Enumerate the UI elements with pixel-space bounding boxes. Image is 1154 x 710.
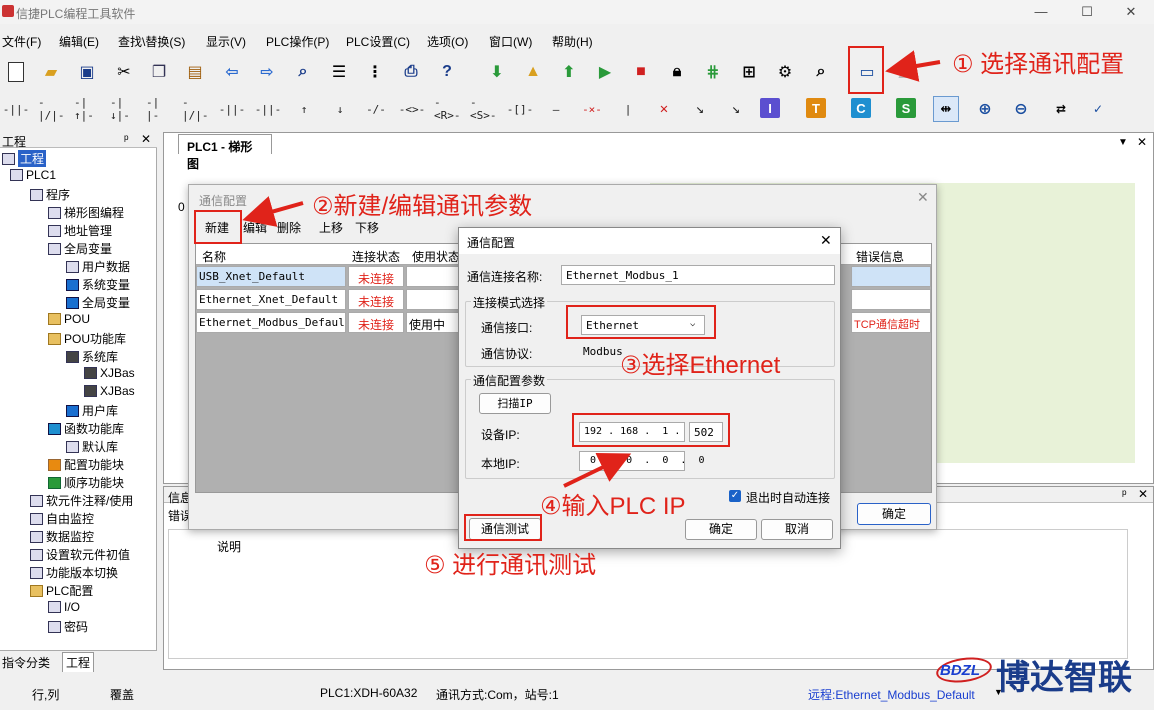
annotation-step-2: ②新建/编辑通讯参数	[312, 193, 533, 220]
annotation-arrows	[242, 50, 941, 488]
annotation-step-3: ③选择Ethernet	[620, 352, 781, 379]
annotation-step-4: ④输入PLC IP	[540, 493, 686, 520]
annotation-step-1: ① 选择通讯配置	[952, 51, 1125, 78]
annotation-step-5: ⑤ 进行通讯测试	[424, 552, 597, 579]
